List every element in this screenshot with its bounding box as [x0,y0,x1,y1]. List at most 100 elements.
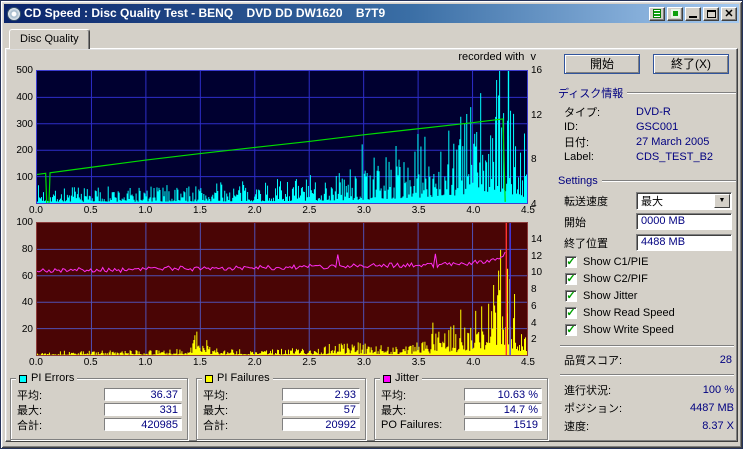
jitter-title: Jitter [395,372,419,384]
disc-label-value: CDS_TEST_B2 [636,150,714,163]
checkmark-icon: ✓ [565,255,577,268]
tick-label: 2.5 [302,205,317,216]
control-panel: 開始 終了(X) ディスク情報 タイプ: DVD-R ID: GSC001 日付: 2… [558,54,736,435]
tick-label: 1.5 [193,357,207,368]
stats-row: PI Errors 平均: 36.37 最大: 331 合計: 420985 PI F… [10,373,554,440]
checkbox-show-jitter[interactable]: ✓ Show Jitter [565,287,736,304]
tick-label: 400 [16,91,33,103]
client-area: Disc Quality recorded with v 500 400 300 20… [4,26,739,445]
disc-id-value: GSC001 [636,120,679,133]
exit-button[interactable]: 終了(X) [653,54,729,74]
divider [560,345,734,347]
tick-label: 1.5 [193,205,207,216]
stat-label: 最大: [203,404,229,417]
checkbox-show-write-speed[interactable]: ✓ Show Write Speed [565,321,736,338]
speed-value: 8.37 X [702,420,734,432]
pif-left-axis: 100 80 60 40 20 [10,218,36,356]
tick-label: 100 [16,172,33,184]
pi-errors-statbox: PI Errors 平均: 36.37 最大: 331 合計: 420985 [10,373,188,440]
tick-label: 4.0 [466,357,481,368]
tick-label: 12 [531,109,543,121]
jitter-swatch-icon [383,374,391,383]
chevron-down-icon[interactable]: ▼ [714,193,730,208]
checkmark-icon: ✓ [565,289,577,302]
checkbox-show-c1pie[interactable]: ✓ Show C1/PIE [565,253,736,270]
pi-failures-total-field: 20992 [282,418,360,431]
disc-info-title: ディスク情報 [558,88,624,100]
charts-column: recorded with v 500 400 300 200 100 16 12 8 4 0… [10,51,554,440]
tick-label: 12 [531,250,543,262]
tick-label: 4.5 [521,205,535,216]
window-title: CD Speed : Disc Quality Test - BENQ DVD … [24,6,386,20]
tick-label: 3.0 [357,205,371,216]
tick-label: 10 [531,267,543,279]
tick-label: 14 [531,233,543,245]
pi-failures-average-field: 2.93 [282,388,360,401]
tick-label: 200 [16,145,33,157]
pif-plot-area [36,222,528,356]
tab-disc-quality[interactable]: Disc Quality [9,29,90,49]
close-button[interactable]: ✕ [721,6,737,21]
settings-title: Settings [558,175,598,187]
pi-failures-max-field: 57 [282,403,360,416]
tick-label: 3.0 [357,357,371,368]
pi-errors-max-field: 331 [104,403,182,416]
close-icon: ✕ [724,7,734,20]
tick-label: 500 [16,65,33,76]
tick-label: 40 [21,297,33,309]
disc-id-label: ID: [564,120,579,133]
pie-speed-chart: 500 400 300 200 100 16 12 8 4 0.0 0.5 1.0 1.5 2.0 2.… [10,66,554,220]
pi-failures-statbox: PI Failures 平均: 2.93 最大: 57 合計: 20992 [196,373,366,440]
pi-errors-total-field: 420985 [104,418,182,431]
end-position-label: 終了位置 [564,237,608,250]
disc-type-value: DVD-R [636,105,671,118]
pif-x-axis: 0.0 0.5 1.0 1.5 2.0 2.5 3.0 3.5 4.0 4.5 [29,356,535,372]
minimize-icon [689,16,697,18]
progress-value: 100 % [702,384,734,396]
tick-label: 4 [531,317,537,329]
stat-label: 合計: [203,419,229,432]
tick-label: 6 [531,300,537,312]
disc-label-label: Label: [564,150,594,163]
disc-date-value: 27 March 2005 [636,135,710,148]
start-position-label: 開始 [564,216,586,229]
tick-label: 8 [531,284,537,295]
stat-label: 平均: [203,389,229,402]
pie-left-axis: 500 400 300 200 100 [10,66,36,204]
transfer-speed-label: 転送速度 [564,195,608,208]
pi-errors-average-field: 36.37 [104,388,182,401]
titlebar-tool-button-1[interactable] [649,6,665,21]
checkbox-show-c2pif[interactable]: ✓ Show C2/PIF [565,270,736,287]
app-window: CD Speed : Disc Quality Test - BENQ DVD … [0,0,743,449]
pie-plot-area [36,70,528,204]
position-value: 4487 MB [689,402,734,414]
quality-score-label: 品質スコア: [564,354,623,367]
start-button[interactable]: 開始 [564,54,640,74]
end-position-field[interactable]: 4488 MB [636,234,732,251]
transfer-speed-select[interactable]: 最大 ▼ [636,191,732,210]
recorded-with-label: recorded with v [458,51,536,63]
tick-label: 100 [16,217,33,228]
checkmark-icon: ✓ [565,306,577,319]
titlebar-tool-button-2[interactable] [667,6,683,21]
tick-label: 1.0 [138,357,153,368]
titlebar[interactable]: CD Speed : Disc Quality Test - BENQ DVD … [4,4,739,23]
tick-label: 0.5 [83,357,98,368]
po-failures-field: 1519 [464,418,542,431]
stat-label: 平均: [17,389,43,402]
progress-label: 進行状況: [564,385,612,397]
checkbox-show-read-speed[interactable]: ✓ Show Read Speed [565,304,736,321]
tick-label: 16 [531,65,543,76]
stat-label: 最大: [17,404,43,417]
pif-jitter-chart: 100 80 60 40 20 14 12 10 8 6 4 2 0.0 0.5 1.0 1.5 2.0 2.… [10,218,554,372]
tick-label: 2.0 [247,205,262,216]
start-position-field[interactable]: 0000 MB [636,213,732,230]
checkmark-icon: ✓ [565,323,577,336]
tick-label: 80 [21,243,33,255]
minimize-button[interactable] [685,6,701,21]
maximize-button[interactable] [703,6,719,21]
tick-label: 3.5 [411,205,426,216]
tick-label: 20 [21,324,33,336]
tick-label: 0.5 [83,205,98,216]
settings-header: Settings [558,175,736,187]
